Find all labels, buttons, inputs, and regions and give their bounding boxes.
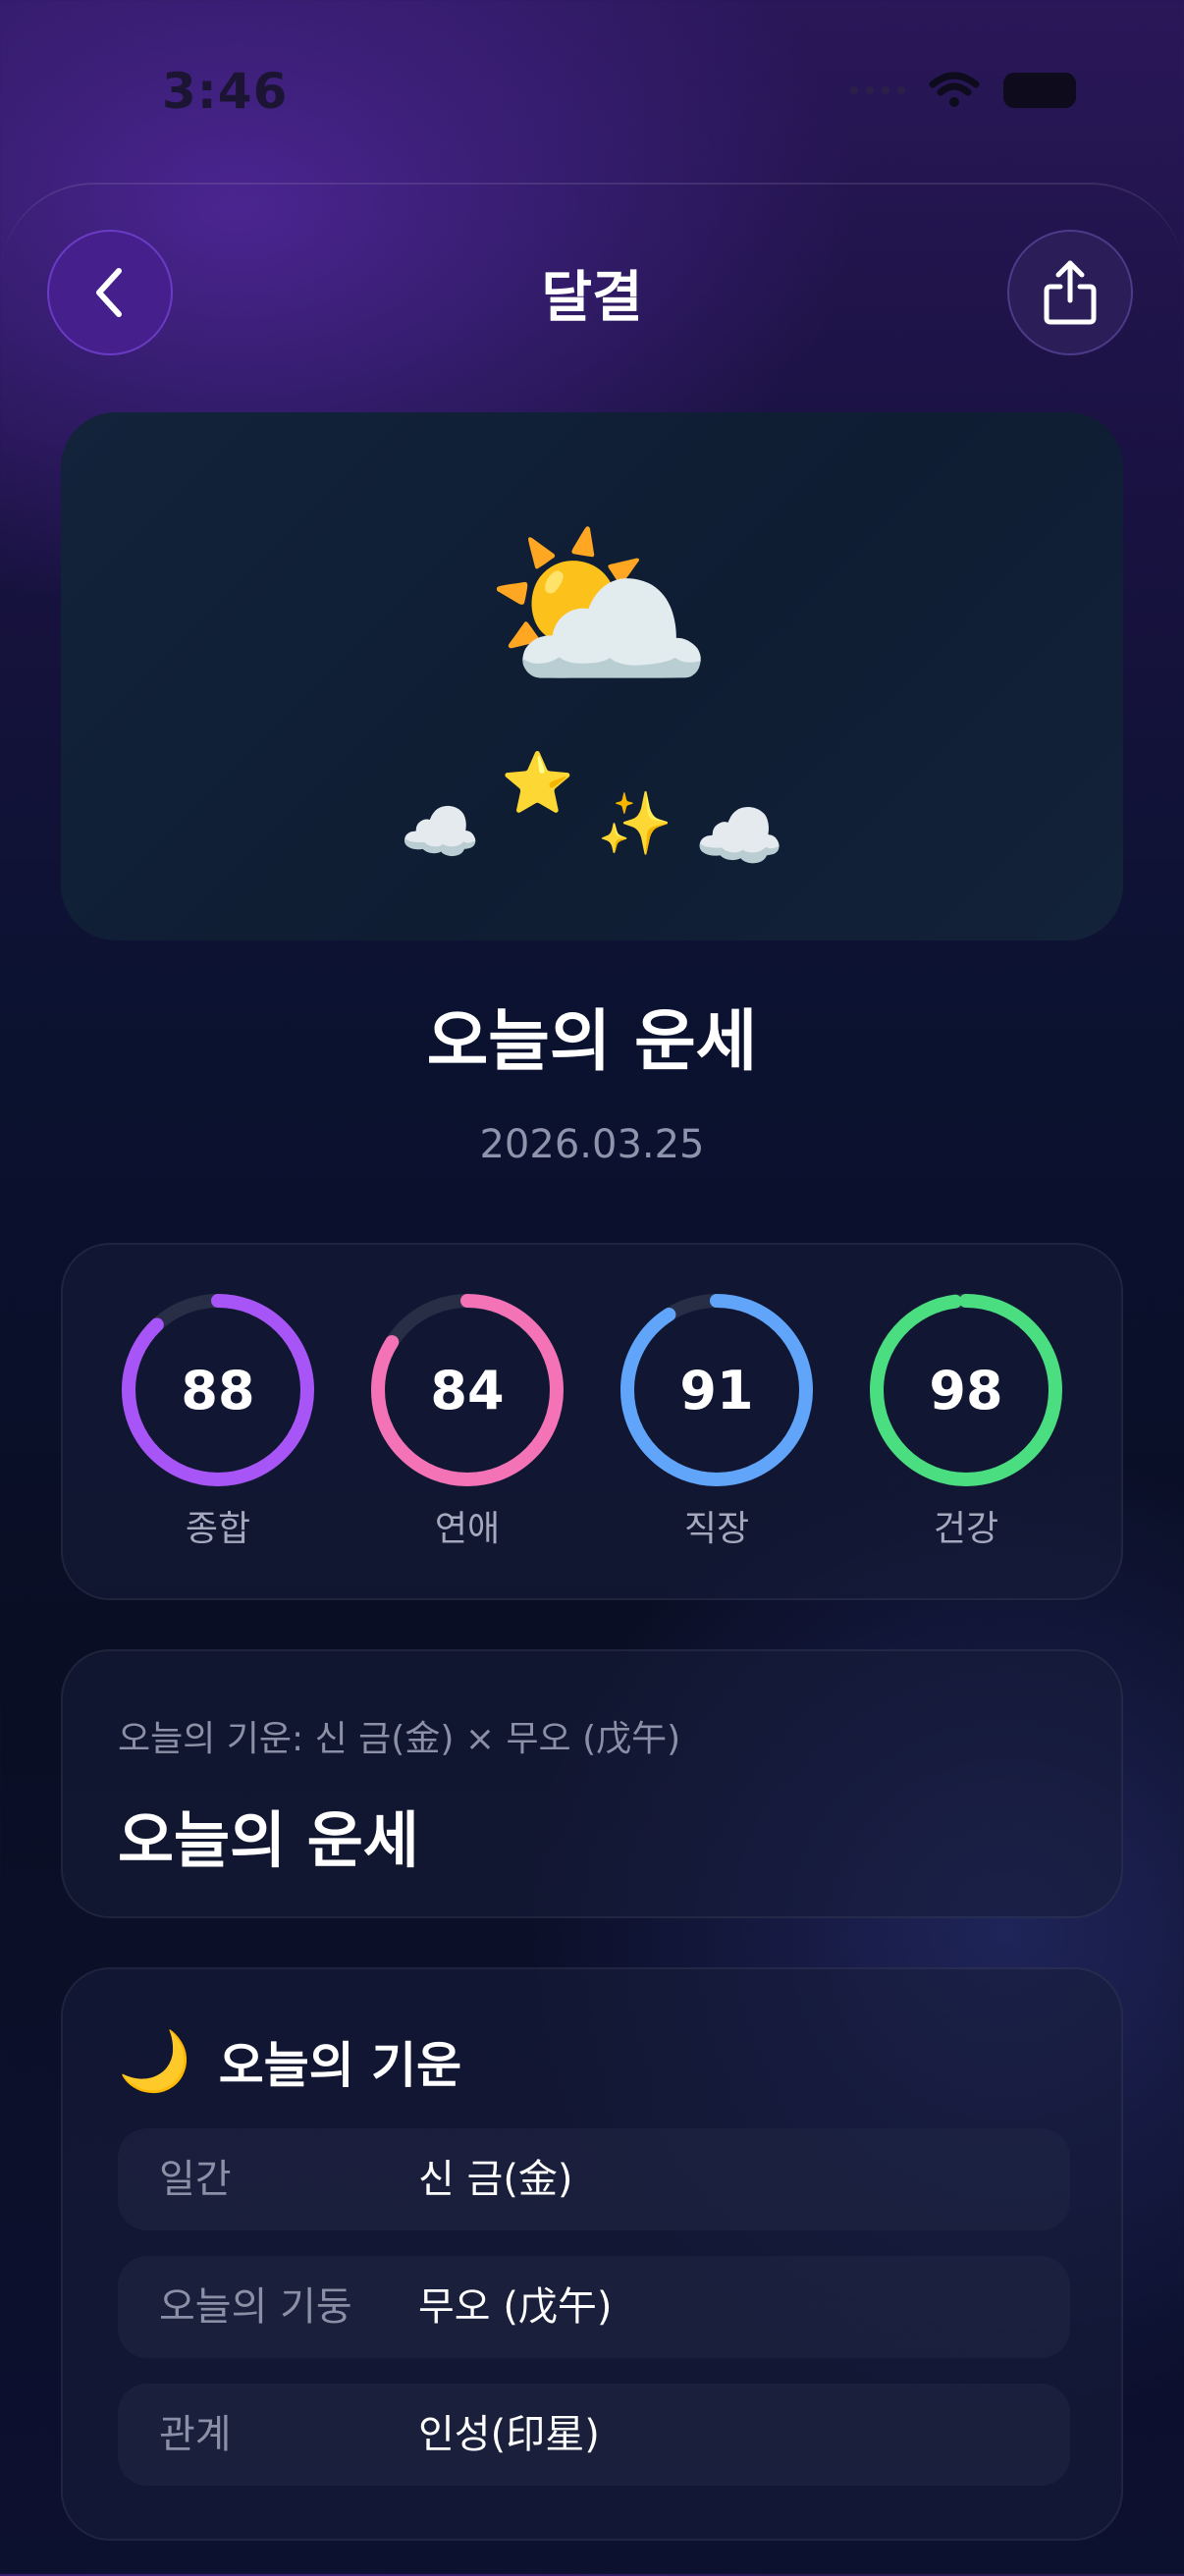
score-label: 연애 — [434, 1509, 501, 1549]
energy-subtitle: 오늘의 기운: 신 금(金) × 무오 (戊午) — [118, 1719, 681, 1759]
score-ring: 84 연애 — [369, 1292, 565, 1551]
status-bar: 3:46 — [0, 0, 1184, 187]
detail-row-value: 무오 (戊午) — [418, 2284, 613, 2330]
status-icons — [850, 71, 1076, 110]
battery-icon — [1003, 73, 1076, 108]
wifi-icon — [929, 72, 980, 107]
detail-row-label: 오늘의 기둥 — [159, 2284, 352, 2330]
crescent-moon-icon: 🌙 — [118, 2027, 191, 2096]
score-label: 종합 — [185, 1509, 251, 1549]
energy-title: 오늘의 운세 — [118, 1804, 419, 1876]
score-value: 98 — [929, 1359, 1003, 1422]
cloud-icon: ☁️ — [400, 794, 481, 870]
fortune-title: 오늘의 운세 — [426, 1003, 758, 1081]
score-ring: 98 건강 — [868, 1292, 1064, 1551]
score-ring: 88 종합 — [120, 1292, 316, 1551]
detail-row-label: 일간 — [159, 2157, 232, 2202]
sparkles-icon: ✨ — [597, 787, 673, 859]
star-icon: ⭐ — [501, 749, 574, 818]
sun-behind-cloud-icon: ⛅ — [483, 500, 716, 717]
detail-row-value: 신 금(金) — [418, 2157, 573, 2202]
score-value: 88 — [181, 1359, 255, 1422]
signal-icon — [850, 86, 905, 94]
detail-row-ilgan: 일간 신 금(金) — [118, 2128, 1070, 2230]
weather-hero-card: ⛅ ☁️ ⭐ ✨ ☁️ — [61, 412, 1123, 940]
energy-summary-card: 오늘의 기운: 신 금(金) × 무오 (戊午) 오늘의 운세 — [61, 1649, 1123, 1918]
score-value: 91 — [679, 1359, 754, 1422]
score-label: 건강 — [933, 1509, 999, 1549]
energy-detail-card: 🌙 오늘의 기운 일간 신 금(金) 오늘의 기둥 무오 (戊午) 관계 인성(… — [61, 1967, 1123, 2541]
cloud-icon: ☁️ — [694, 794, 785, 879]
fortune-date: 2026.03.25 — [479, 1122, 705, 1167]
detail-row-value: 인성(印星) — [418, 2412, 600, 2457]
detail-title: 오늘의 기운 — [218, 2037, 462, 2094]
detail-row-pillar: 오늘의 기둥 무오 (戊午) — [118, 2256, 1070, 2358]
score-ring: 91 직장 — [619, 1292, 815, 1551]
detail-row-label: 관계 — [159, 2412, 232, 2457]
detail-header: 🌙 오늘의 기운 — [118, 2026, 461, 2097]
score-value: 84 — [430, 1359, 505, 1422]
share-icon — [1044, 260, 1097, 325]
share-button[interactable] — [1007, 230, 1133, 355]
scores-card: 88 종합 84 연애 91 직장 98 건강 — [61, 1243, 1123, 1600]
score-label: 직장 — [683, 1509, 750, 1549]
status-time: 3:46 — [162, 63, 289, 120]
detail-row-relation: 관계 인성(印星) — [118, 2384, 1070, 2486]
